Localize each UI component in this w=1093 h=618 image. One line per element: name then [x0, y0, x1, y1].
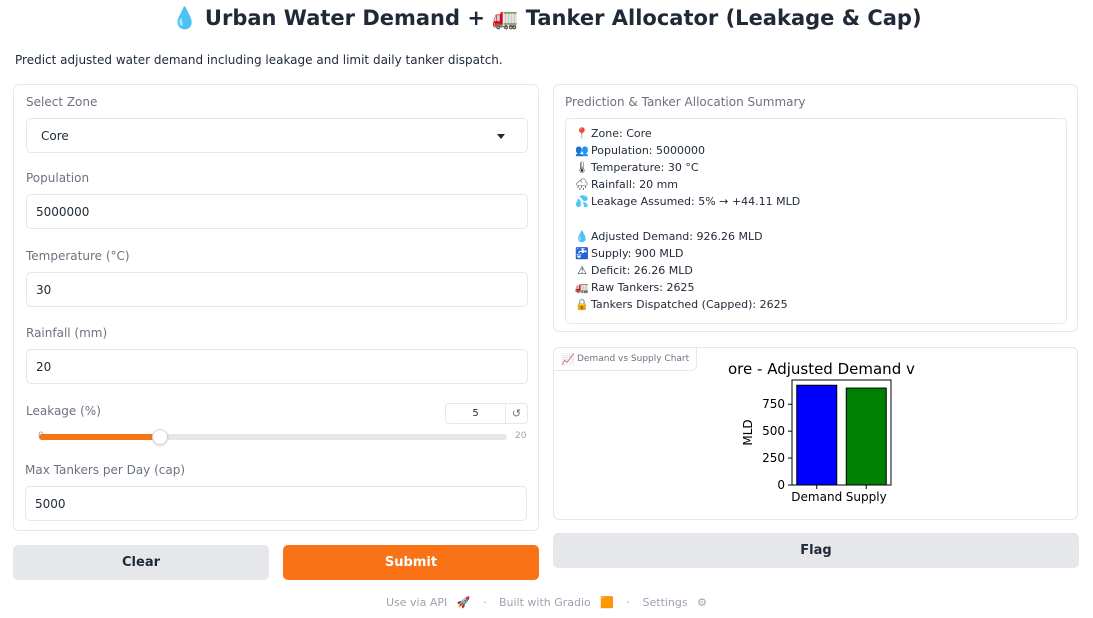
max-tankers-input[interactable]: 5000 [25, 486, 527, 521]
rainfall-input[interactable]: 20 [26, 349, 528, 384]
temperature-value: 30 [36, 282, 52, 297]
built-with-gradio-link[interactable]: Built with Gradio 🟧 [496, 596, 617, 609]
zone-dropdown[interactable]: Core [26, 118, 528, 153]
settings-label: Settings [642, 596, 688, 609]
summary-line-text: Raw Tankers: 2625 [591, 281, 695, 294]
footer: Use via API 🚀 · Built with Gradio 🟧 · Se… [0, 596, 1093, 609]
max-tankers-value: 5000 [35, 496, 66, 511]
use-via-api-link[interactable]: Use via API 🚀 [383, 596, 473, 609]
rainfall-label: Rainfall (mm) [26, 326, 108, 340]
summary-line: ⚠ Deficit: 26.26 MLD [575, 264, 693, 277]
page-title: 💧 Urban Water Demand + 🚛 Tanker Allocato… [171, 6, 922, 30]
summary-line-icon: 💧 [575, 230, 589, 243]
chart-panel: 📈 Demand vs Supply Chart ore - Adjusted … [553, 347, 1078, 520]
summary-line-text: Population: 5000000 [591, 144, 705, 157]
summary-line-text: Leakage Assumed: 5% → +44.11 MLD [591, 195, 801, 208]
summary-panel: Prediction & Tanker Allocation Summary 📍… [553, 84, 1078, 332]
summary-line-icon: 🚛 [575, 281, 589, 294]
y-tick-label: 750 [762, 397, 785, 411]
chevron-down-icon [497, 134, 505, 139]
summary-line: 🌧 Rainfall: 20 mm [575, 178, 678, 191]
reset-icon[interactable]: ↺ [506, 403, 528, 424]
leakage-slider[interactable] [39, 429, 507, 445]
gear-icon: ⚙ [697, 596, 707, 609]
population-input[interactable]: 5000000 [26, 194, 528, 229]
rocket-icon: 🚀 [456, 596, 471, 609]
summary-line-icon: 🚰 [575, 247, 589, 260]
y-tick-label: 250 [762, 451, 785, 465]
leakage-slider-fill [39, 434, 156, 440]
leakage-max-label: 20 [515, 431, 527, 441]
summary-line-icon: 👥 [575, 144, 589, 157]
chart-title: ore - Adjusted Demand v [728, 360, 915, 378]
x-tick-label: Supply [846, 490, 887, 504]
chart-bar [796, 384, 838, 486]
temperature-input[interactable]: 30 [26, 272, 528, 307]
gradio-logo-icon: 🟧 [600, 596, 614, 609]
summary-line-icon: 💦 [575, 195, 589, 208]
summary-line-text: Rainfall: 20 mm [591, 178, 679, 191]
leakage-number-input[interactable]: 5 [445, 403, 506, 424]
summary-line: 🚛 Raw Tankers: 2625 [575, 281, 694, 294]
clear-button[interactable]: Clear [13, 545, 269, 580]
api-label: Use via API [385, 596, 448, 609]
summary-line-icon: ⚠ [577, 264, 587, 277]
max-tankers-label: Max Tankers per Day (cap) [25, 463, 186, 477]
summary-line: 👥 Population: 5000000 [575, 144, 705, 157]
leakage-label: Leakage (%) [26, 404, 101, 418]
demand-supply-chart: ore - Adjusted Demand v Demand Supply 0 250 5… [728, 360, 915, 504]
footer-separator: · [626, 596, 631, 609]
summary-line: 💦 Leakage Assumed: 5% → +44.11 MLD [575, 195, 800, 208]
summary-line-text: Adjusted Demand: 926.26 MLD [591, 230, 763, 243]
summary-line-text: Deficit: 26.26 MLD [591, 264, 693, 277]
summary-line-icon: 📍 [575, 127, 589, 140]
population-value: 5000000 [36, 204, 90, 219]
page-description: Predict adjusted water demand including … [15, 53, 503, 67]
chart-bar [845, 387, 887, 486]
summary-line: 🚰 Supply: 900 MLD [575, 247, 683, 260]
flag-button[interactable]: Flag [553, 533, 1079, 568]
x-tick-label: Demand [791, 490, 842, 504]
summary-label: Prediction & Tanker Allocation Summary [565, 95, 806, 109]
temperature-label: Temperature (°C) [26, 249, 130, 263]
submit-button[interactable]: Submit [283, 545, 539, 580]
summary-line: 📍 Zone: Core [575, 127, 652, 140]
settings-link[interactable]: Settings ⚙ [640, 596, 711, 609]
summary-line-text: Tankers Dispatched (Capped): 2625 [591, 298, 788, 311]
summary-line-text: Temperature: 30 °C [591, 161, 699, 174]
summary-line-text: Supply: 900 MLD [591, 247, 684, 260]
population-label: Population [26, 171, 90, 185]
summary-line: 💧 Adjusted Demand: 926.26 MLD [575, 230, 763, 243]
summary-line: 🌡 Temperature: 30 °C [575, 161, 699, 174]
summary-line-text: Zone: Core [591, 127, 652, 140]
summary-textbox[interactable]: 📍 Zone: Core 👥 Population: 5000000 🌡 Temperat… [565, 118, 1067, 324]
footer-separator: · [482, 596, 487, 609]
zone-label: Select Zone [26, 95, 98, 109]
y-tick-label: 0 [777, 478, 785, 492]
zone-value: Core [41, 128, 69, 143]
y-axis-label: MLD [741, 419, 755, 445]
rainfall-value: 20 [36, 359, 52, 374]
leakage-slider-thumb[interactable] [152, 429, 168, 445]
summary-line: 🔒 Tankers Dispatched (Capped): 2625 [575, 298, 788, 311]
summary-line-icon: 🌡 [575, 161, 589, 174]
y-tick-label: 500 [762, 424, 785, 438]
input-panel: Select Zone Core Population 5000000 Temp… [13, 84, 539, 531]
summary-line-icon: 🌧 [575, 178, 589, 191]
summary-line-icon: 🔒 [575, 298, 589, 311]
gradio-label: Built with Gradio [498, 596, 591, 609]
